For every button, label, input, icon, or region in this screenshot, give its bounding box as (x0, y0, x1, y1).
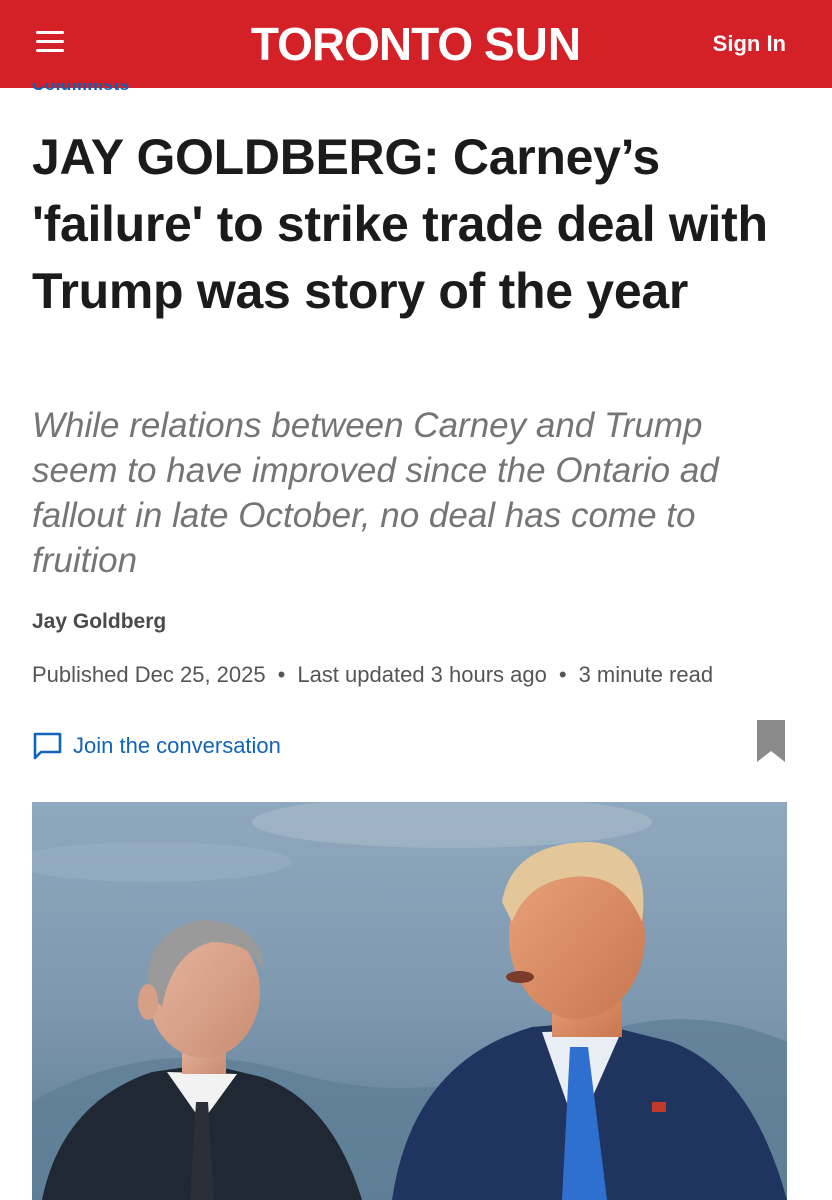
sign-in-link[interactable]: Sign In (713, 31, 786, 57)
last-updated: Last updated 3 hours ago (297, 662, 547, 687)
join-conversation-link[interactable]: Join the conversation (32, 731, 281, 761)
logo-sun: SUN (483, 18, 582, 70)
read-time: 3 minute read (578, 662, 714, 687)
article-headline: JAY GOLDBERG: Carney’s 'failure' to stri… (32, 129, 768, 319)
section-label-text: Columnists (32, 83, 130, 94)
author-name[interactable]: Jay Goldberg (32, 610, 166, 634)
logo-toronto: TORONTO (250, 18, 473, 70)
site-logo[interactable]: TORONTO SUN (0, 14, 832, 74)
article-meta: Published Dec 25, 2025 • Last updated 3 ho… (32, 662, 713, 688)
article-lead-photo[interactable] (32, 802, 787, 1200)
meta-separator: • (558, 662, 567, 687)
published-date: Published Dec 25, 2025 (32, 662, 266, 687)
meta-separator: • (277, 662, 286, 687)
lead-photo-image (32, 802, 787, 1200)
bookmark-icon[interactable] (755, 718, 787, 764)
site-header: TORONTO SUN Sign In (0, 0, 832, 88)
section-label[interactable]: Columnists (32, 83, 130, 94)
join-conversation-label: Join the conversation (73, 733, 281, 758)
comment-icon (33, 732, 62, 760)
article-deck: While relations between Carney and Trump… (32, 406, 719, 580)
